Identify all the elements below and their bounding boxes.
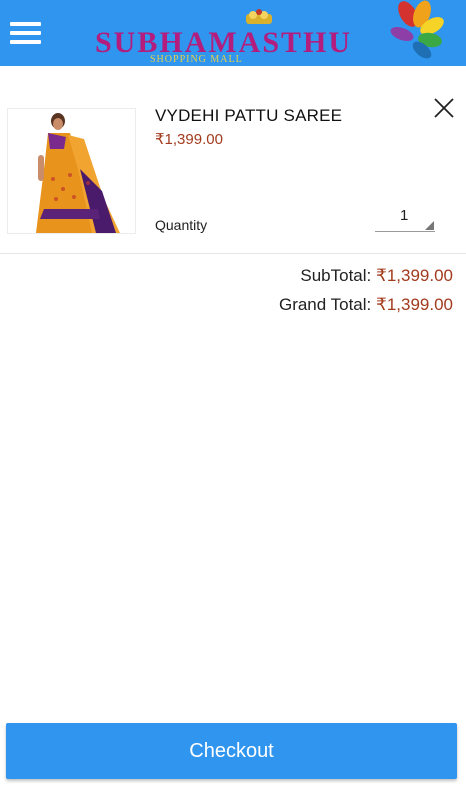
product-name[interactable]: VYDEHI PATTU SAREE [155,106,342,126]
logo-emblem-icon [246,9,272,24]
cart-item: VYDEHI PATTU SAREE ₹1,399.00 Quantity 1 [0,66,466,254]
hamburger-menu-icon[interactable] [10,22,41,46]
quantity-label: Quantity [155,217,208,233]
subtotal-label: SubTotal: [300,266,372,285]
subtotal-value: ₹1,399.00 [376,266,453,285]
subtotal-row: SubTotal: ₹1,399.00 [279,266,453,286]
order-totals: SubTotal: ₹1,399.00 Grand Total: ₹1,399.… [279,266,453,324]
grand-total-row: Grand Total: ₹1,399.00 [279,295,453,315]
grand-total-value: ₹1,399.00 [376,295,453,314]
brand-logo[interactable]: SUBHAMASTHU SHOPPING MALL [88,0,448,66]
quantity-value: 1 [400,207,409,224]
product-image[interactable] [7,108,136,234]
cart-screen: SUBHAMASTHU SHOPPING MALL VYDEHI PATTU S… [0,0,466,800]
quantity-select[interactable]: 1 [375,204,435,232]
app-header: SUBHAMASTHU SHOPPING MALL [0,0,466,66]
saree-product-photo [8,109,135,233]
dropdown-arrow-icon [425,221,434,230]
checkout-button[interactable]: Checkout [6,723,457,779]
logo-subtitle: SHOPPING MALL [150,54,243,65]
logo-flower-icon [390,0,444,59]
grand-total-label: Grand Total: [278,295,372,314]
product-price: ₹1,399.00 [155,131,223,148]
close-icon[interactable] [432,96,456,120]
